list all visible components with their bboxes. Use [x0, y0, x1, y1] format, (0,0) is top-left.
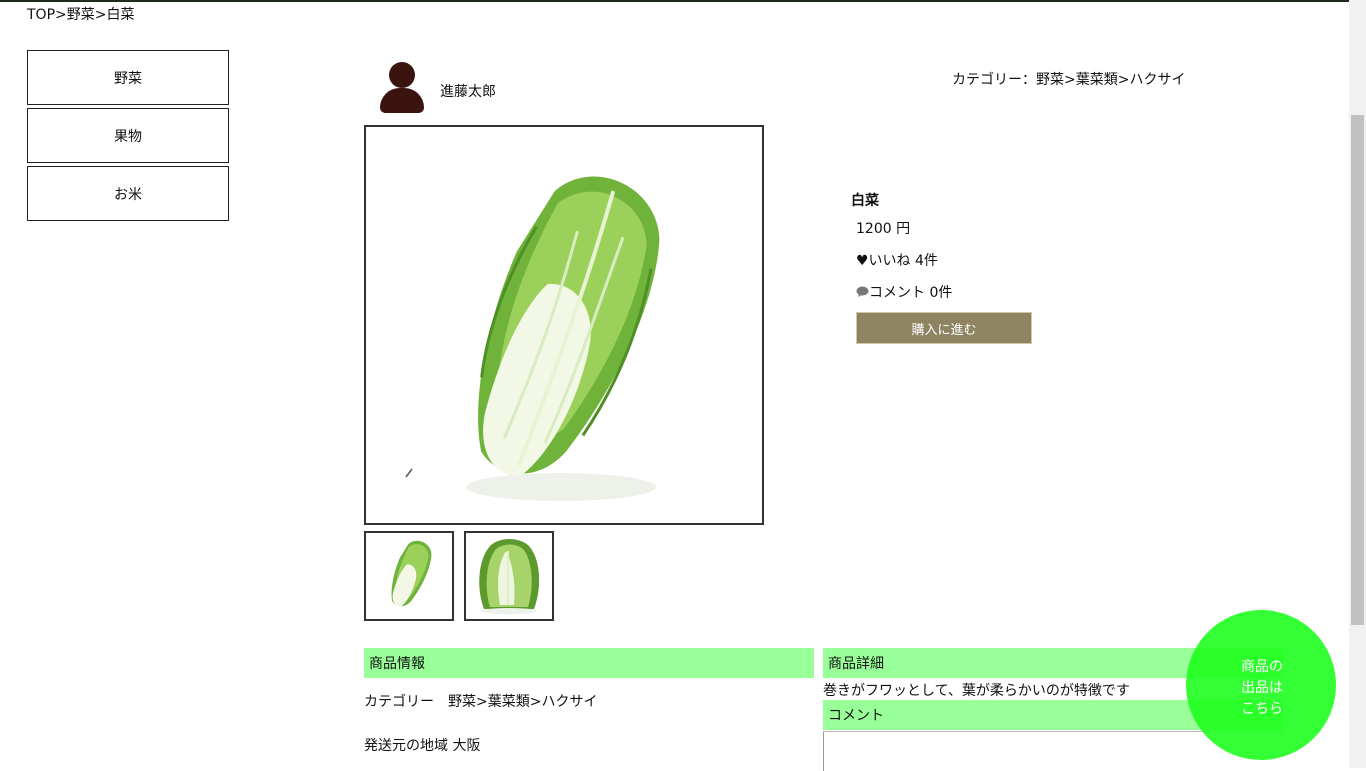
product-thumbnail-1[interactable] — [364, 531, 454, 621]
sell-item-button[interactable]: 商品の 出品は こちら — [1186, 610, 1336, 760]
like-count[interactable]: ♥いいね 4件 — [856, 250, 938, 270]
seller-name[interactable]: 進藤太郎 — [440, 81, 496, 101]
sidebar-item-fruits[interactable]: 果物 — [27, 108, 229, 163]
breadcrumb[interactable]: TOP>野菜>白菜 — [27, 4, 134, 24]
category-path: カテゴリー：野菜>葉菜類>ハクサイ — [952, 72, 1186, 88]
product-price: 1200 円 — [856, 221, 911, 237]
seller-info: 進藤太郎 — [378, 60, 496, 114]
top-border — [0, 0, 1366, 2]
product-main-image — [364, 125, 764, 525]
product-name: 白菜 — [851, 193, 879, 209]
product-info-panel: 白菜 1200 円 ♥いいね 4件 コメント 0件 購入に進む — [851, 190, 1032, 344]
sell-label-line1: 商品の — [1241, 659, 1283, 675]
comment-count-label: コメント 0件 — [869, 285, 953, 301]
user-icon[interactable] — [378, 60, 426, 114]
vertical-scrollbar[interactable] — [1349, 0, 1366, 768]
product-category-line: カテゴリー 野菜>葉菜類>ハクサイ — [364, 694, 598, 710]
speech-bubble-icon — [856, 286, 869, 297]
category-sidebar: 野菜 果物 お米 — [27, 50, 229, 224]
sell-label-line3: こちら — [1241, 701, 1283, 717]
sell-label-line2: 出品は — [1241, 680, 1283, 696]
shipping-region-line: 発送元の地域 大阪 — [364, 738, 481, 754]
product-info-heading: 商品情報 — [364, 648, 814, 678]
product-detail-text: 巻きがフワッとして、葉が柔らかいのが特徴です — [823, 683, 1130, 699]
scrollbar-thumb[interactable] — [1351, 115, 1364, 625]
sidebar-item-rice[interactable]: お米 — [27, 166, 229, 221]
comment-count[interactable]: コメント 0件 — [856, 282, 952, 302]
product-thumbnail-2[interactable] — [464, 531, 554, 621]
purchase-button[interactable]: 購入に進む — [856, 312, 1032, 344]
sidebar-item-vegetables[interactable]: 野菜 — [27, 50, 229, 105]
